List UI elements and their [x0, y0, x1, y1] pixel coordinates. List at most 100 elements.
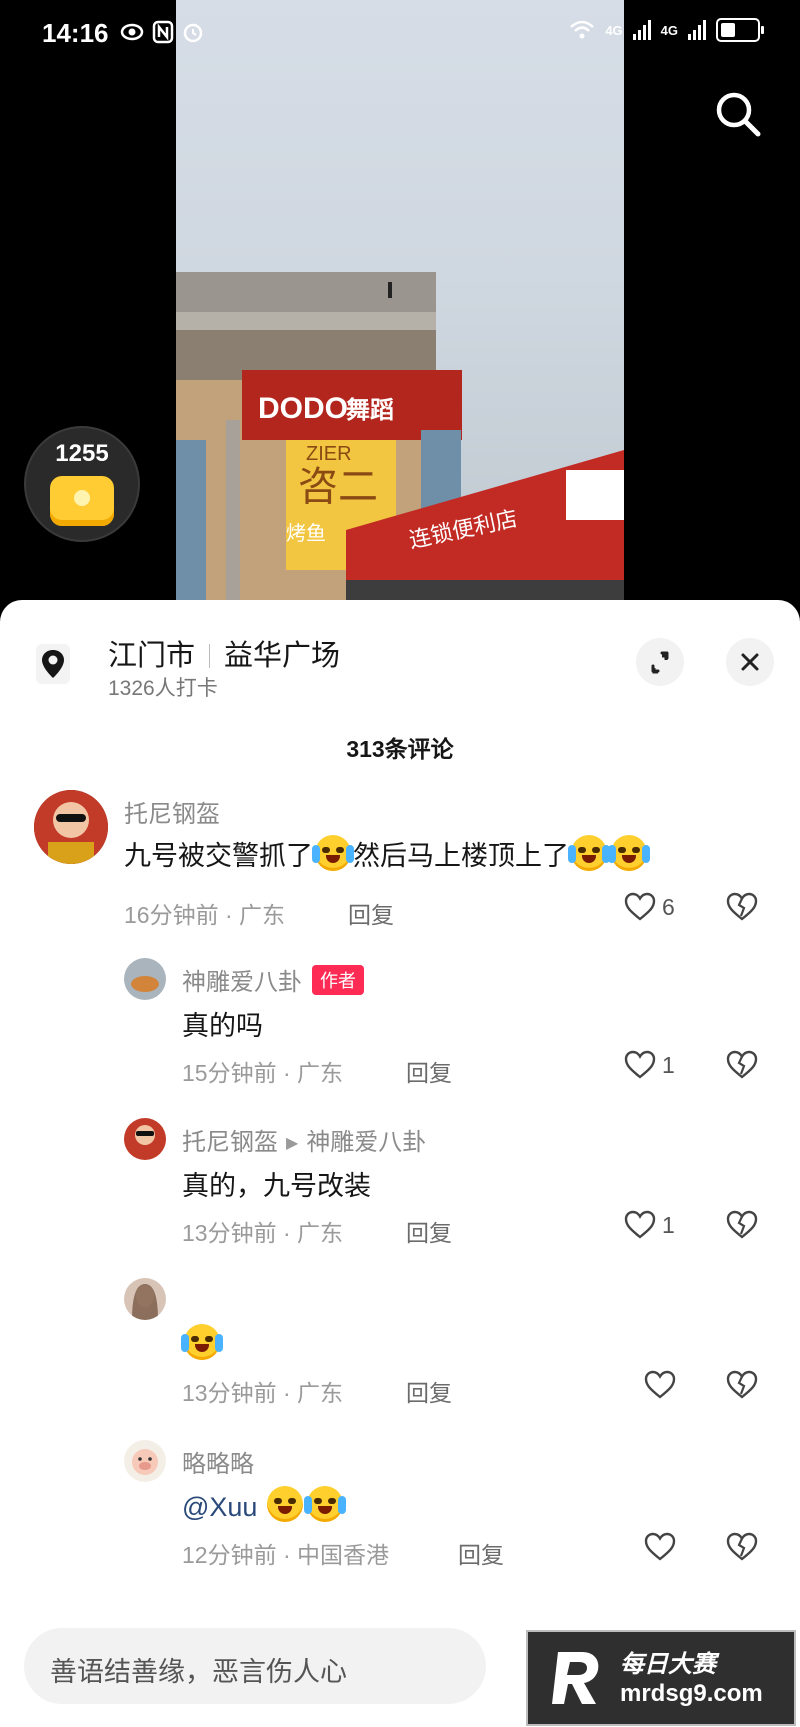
heart-icon [624, 1210, 656, 1239]
crying-laughing-emoji-icon [568, 835, 610, 871]
video-player[interactable]: DODO 舞蹈 ZIER 咨二 烤鱼 连锁便利店 14:16 4G 4G 125… [0, 0, 800, 610]
sign-dodo: DODO [258, 392, 348, 425]
reply-username-text: 托尼钢盔 [182, 1129, 278, 1156]
comment-region: 中国香港 [297, 1542, 390, 1568]
reply-meta: 12分钟前 · 中国香港 [182, 1542, 390, 1568]
like-button[interactable]: 1 [624, 1210, 675, 1240]
sign-dance: 舞蹈 [346, 396, 394, 424]
coin-reward-badge[interactable]: 1255 [26, 428, 138, 540]
reply-text: 真的吗 [182, 1011, 263, 1041]
nfc-icon [152, 20, 174, 44]
dislike-button[interactable] [726, 1370, 758, 1405]
mention-link[interactable]: @Xuu [182, 1492, 257, 1522]
close-button[interactable] [726, 638, 774, 686]
crying-laughing-emoji-icon [312, 835, 354, 871]
close-icon [741, 653, 759, 671]
broken-heart-icon [726, 1532, 758, 1561]
broken-heart-icon [726, 1370, 758, 1399]
coin-icon [50, 476, 114, 526]
like-count: 1 [662, 1211, 675, 1238]
like-button[interactable] [644, 1532, 676, 1562]
like-count: 6 [662, 893, 675, 920]
reply-button[interactable]: 回复 [406, 1374, 452, 1408]
status-time: 14:16 [42, 18, 109, 48]
crying-laughing-emoji-icon [181, 1324, 223, 1360]
heart-icon [624, 892, 656, 921]
expand-button[interactable] [636, 638, 684, 686]
reply-meta: 13分钟前 · 广东 [182, 1220, 344, 1246]
comment-text-part: 九号被交警抓了 [124, 841, 313, 871]
avatar[interactable] [124, 1440, 166, 1482]
comment-time: 13分钟前 [182, 1380, 277, 1406]
expand-icon [651, 651, 669, 674]
like-button[interactable]: 6 [624, 892, 675, 922]
avatar[interactable] [124, 958, 166, 1000]
reply-username[interactable]: 托尼钢盔 ▶ 神雕爱八卦 [182, 1122, 426, 1157]
comment-time: 16分钟前 [124, 902, 219, 928]
reply-username[interactable]: 略略略 [182, 1444, 254, 1479]
comment-region: 广东 [239, 902, 286, 928]
broken-heart-icon [726, 892, 758, 921]
comment-region: 广东 [297, 1220, 344, 1246]
wifi-icon [570, 20, 595, 39]
like-button[interactable]: 1 [624, 1050, 675, 1080]
alarm-icon [183, 23, 203, 43]
reply-to-username: 神雕爱八卦 [306, 1129, 427, 1156]
reply-username[interactable]: 神雕爱八卦 作者 [182, 962, 364, 997]
heart-icon [624, 1050, 656, 1079]
reply-button[interactable]: 回复 [406, 1054, 452, 1088]
comment-item: 托尼钢盔 九号被交警抓了 然后马上楼顶上了 16分钟前 · 广东 回复 6 [0, 790, 800, 930]
dislike-button[interactable] [726, 1532, 758, 1567]
avatar[interactable] [124, 1118, 166, 1160]
dislike-button[interactable] [726, 892, 758, 927]
site-watermark: 每日大赛 mrdsg9.com [526, 1630, 796, 1726]
location-title[interactable]: 江门市 益华广场 [108, 632, 340, 674]
battery-icon [716, 18, 764, 42]
heart-icon [644, 1532, 676, 1561]
reply-text [181, 1324, 223, 1361]
avatar[interactable] [124, 1278, 166, 1320]
comment-input[interactable]: 善语结善缘，恶言伤人心 [24, 1628, 486, 1704]
broken-heart-icon [726, 1050, 758, 1079]
search-icon [716, 92, 761, 137]
video-scene: DODO 舞蹈 ZIER 咨二 烤鱼 连锁便利店 [176, 272, 624, 610]
crying-laughing-emoji-icon [608, 835, 650, 871]
comment-time: 15分钟前 [182, 1060, 277, 1086]
reply-button[interactable]: 回复 [406, 1214, 452, 1248]
laughing-emoji-icon [266, 1486, 303, 1522]
comment-region: 广东 [297, 1380, 344, 1406]
broken-heart-icon [726, 1210, 758, 1239]
location-city: 江门市 [108, 640, 196, 672]
location-pin-icon [36, 644, 70, 684]
sign-zier: ZIER [306, 443, 352, 465]
comment-text-part: 然后马上楼顶上了 [353, 841, 569, 871]
reply-item: 13分钟前 · 广东 回复 [0, 1276, 800, 1426]
status-icons-left [120, 20, 204, 44]
location-divider [209, 644, 211, 668]
reply-text: @Xuu [182, 1486, 346, 1523]
reply-item: 略略略 @Xuu 12分钟前 · 中国香港 回复 [0, 1438, 800, 1588]
sign-fish: 烤鱼 [286, 521, 326, 545]
reply-item: 托尼钢盔 ▶ 神雕爱八卦 真的，九号改装 13分钟前 · 广东 回复 1 [0, 1116, 800, 1266]
reply-text: 真的，九号改装 [182, 1171, 371, 1201]
comments-count: 313条评论 [346, 736, 454, 762]
signal-bars-icon [632, 20, 651, 40]
reply-meta: 13分钟前 · 广东 [182, 1380, 344, 1406]
watermark-url: mrdsg9.com [620, 1680, 763, 1707]
search-button[interactable] [710, 86, 766, 142]
watermark-title: 每日大赛 [620, 1651, 716, 1678]
reply-button[interactable]: 回复 [458, 1536, 504, 1570]
avatar[interactable] [34, 790, 108, 864]
signal-bars-icon [688, 20, 706, 40]
status-icons-right: 4G 4G [569, 18, 764, 42]
dislike-button[interactable] [726, 1050, 758, 1085]
comment-text: 九号被交警抓了 然后马上楼顶上了 [124, 834, 650, 873]
like-count: 1 [662, 1051, 675, 1078]
coin-count: 1255 [55, 440, 109, 467]
comment-time: 12分钟前 [182, 1542, 277, 1568]
like-button[interactable] [644, 1370, 676, 1400]
reply-arrow-icon: ▶ [286, 1135, 299, 1152]
dislike-button[interactable] [726, 1210, 758, 1245]
comment-username[interactable]: 托尼钢盔 [124, 794, 220, 829]
reply-button[interactable]: 回复 [348, 896, 394, 930]
